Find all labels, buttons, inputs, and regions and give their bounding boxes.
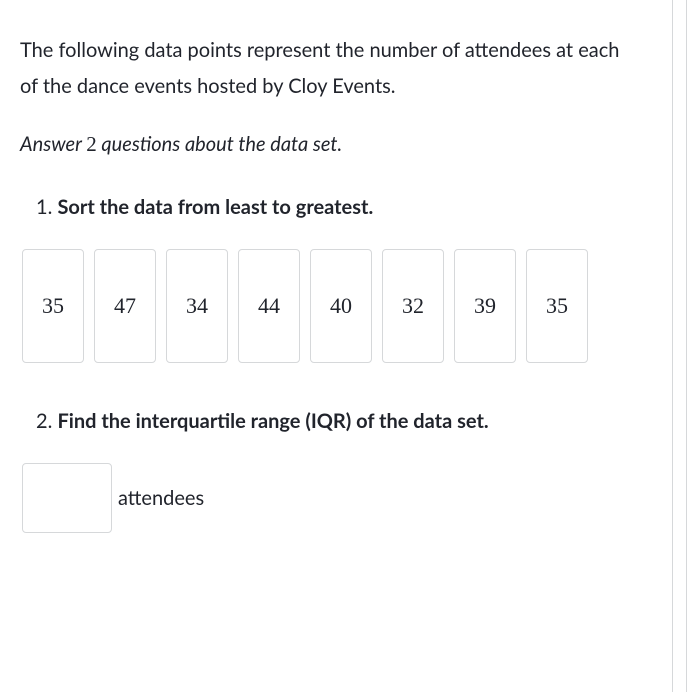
instruction-count: 2 [86, 132, 97, 156]
instruction-text: Answer 2 questions about the data set. [20, 132, 640, 157]
data-tile[interactable]: 39 [454, 249, 516, 363]
data-tile[interactable]: 32 [382, 249, 444, 363]
instruction-prefix: Answer [20, 132, 86, 156]
instruction-suffix: questions about the data set. [97, 132, 342, 156]
divider-line [672, 0, 673, 692]
answer-row: attendees [22, 463, 640, 533]
sortable-tiles: 35 47 34 44 40 32 39 35 [22, 249, 640, 363]
exercise-content: The following data points represent the … [0, 0, 660, 553]
data-tile[interactable]: 35 [22, 249, 84, 363]
question-1-number: 1. [36, 195, 57, 219]
data-tile[interactable]: 35 [526, 249, 588, 363]
data-tile[interactable]: 44 [238, 249, 300, 363]
intro-text: The following data points represent the … [20, 32, 640, 104]
question-1-prompt: 1. Sort the data from least to greatest. [20, 193, 640, 221]
question-2-number: 2. [36, 409, 57, 433]
question-1-text: Sort the data from least to greatest. [57, 195, 373, 219]
data-tile[interactable]: 34 [166, 249, 228, 363]
question-2-prompt: 2. Find the interquartile range (IQR) of… [20, 407, 640, 435]
iqr-input[interactable] [22, 463, 112, 533]
divider-line [686, 0, 687, 692]
data-tile[interactable]: 47 [94, 249, 156, 363]
question-2-text: Find the interquartile range (IQR) of th… [57, 409, 488, 433]
data-tile[interactable]: 40 [310, 249, 372, 363]
answer-unit: attendees [118, 486, 204, 510]
